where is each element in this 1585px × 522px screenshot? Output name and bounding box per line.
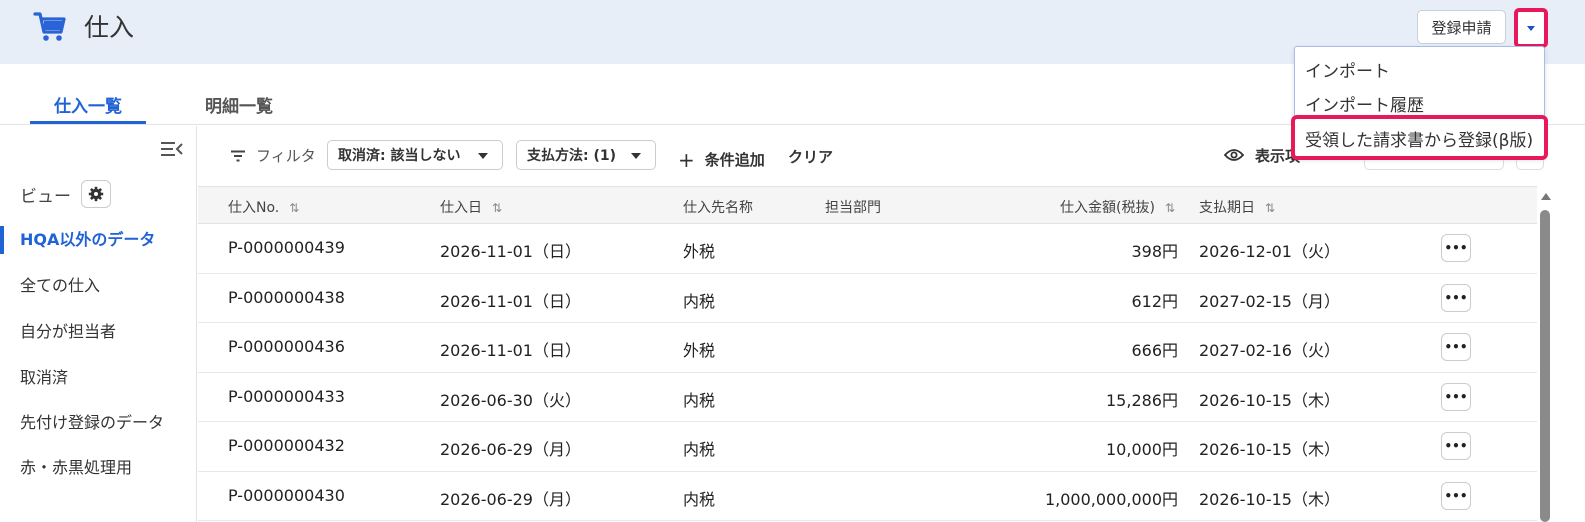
cell-amount: 15,286円	[1106, 390, 1178, 410]
cell-amount: 1,000,000,000円	[1044, 489, 1178, 509]
column-header-amount[interactable]: 仕入金額(税抜) ⇅	[1060, 197, 1175, 217]
column-header-date[interactable]: 仕入日 ⇅	[440, 197, 502, 217]
filter-chip-label: 取消済: 該当しない	[338, 148, 461, 164]
table-row[interactable]: P-0000000430 2026-06-29（月） 内税 1,000,000,…	[198, 472, 1537, 521]
collapse-sidebar-icon[interactable]	[160, 140, 184, 158]
cell-supplier: 内税	[683, 291, 716, 311]
sidebar-item-red-processing[interactable]: 赤・赤黒処理用	[0, 454, 196, 482]
sidebar-item-non-hqa[interactable]: HQA以外のデータ	[0, 226, 196, 254]
column-label: 仕入日	[440, 200, 482, 216]
sort-icon: ⇅	[1164, 201, 1175, 215]
table-header: 仕入No. ⇅ 仕入日 ⇅ 仕入先名称 担当部門 仕入金額(税抜) ⇅ 支払期日 ⇅	[198, 186, 1537, 224]
add-condition-label: 条件追加	[704, 151, 765, 169]
sort-icon: ⇅	[1265, 201, 1276, 215]
page-title: 仕入	[84, 13, 135, 42]
tab-purchase-list[interactable]: 仕入一覧	[30, 92, 146, 124]
gear-icon	[88, 186, 104, 202]
scroll-thumb[interactable]	[1540, 210, 1550, 522]
filter-chip-label: 支払方法: (1)	[527, 148, 617, 164]
column-header-department: 担当部門	[825, 200, 881, 216]
table-row[interactable]: P-0000000433 2026-06-30（火） 内税 15,286円 20…	[198, 373, 1537, 422]
column-header-no[interactable]: 仕入No. ⇅	[228, 197, 299, 217]
cell-date: 2026-11-01（日）	[440, 341, 581, 360]
cell-due-date: 2026-10-15（木）	[1199, 390, 1340, 410]
cell-date: 2026-06-30（火）	[440, 390, 581, 410]
cell-supplier: 内税	[683, 390, 716, 410]
sidebar-item-cancelled[interactable]: 取消済	[0, 364, 196, 392]
chevron-down-icon	[631, 153, 641, 159]
view-settings-button[interactable]	[81, 180, 111, 208]
table-row[interactable]: P-0000000438 2026-11-01（日） 内税 612円 2027-…	[198, 274, 1537, 323]
cell-no: P-0000000432	[228, 436, 345, 455]
cell-no: P-0000000430	[228, 485, 345, 505]
view-sidebar: ビュー HQA以外のデータ 全ての仕入 自分が担当者 取消済 先付け登録のデータ…	[0, 126, 197, 522]
cell-no: P-0000000438	[228, 287, 345, 307]
cell-supplier: 内税	[683, 489, 716, 509]
plus-icon: +	[678, 148, 695, 172]
row-more-button[interactable]: •••	[1441, 283, 1471, 312]
cell-date: 2026-06-29（月）	[440, 440, 581, 459]
view-label: ビュー	[20, 187, 71, 207]
row-more-button[interactable]: •••	[1441, 234, 1471, 262]
cell-supplier: 外税	[683, 341, 716, 360]
row-more-button[interactable]: •••	[1441, 481, 1471, 510]
register-request-button[interactable]: 登録申請	[1417, 10, 1506, 44]
column-label: 支払期日	[1199, 200, 1255, 216]
sort-icon: ⇅	[492, 201, 503, 215]
sort-icon: ⇅	[289, 201, 300, 215]
cell-supplier: 内税	[683, 440, 716, 459]
filter-label: フィルタ	[256, 147, 316, 165]
column-label: 仕入金額(税抜)	[1060, 200, 1155, 216]
sidebar-item-all-purchases[interactable]: 全ての仕入	[0, 272, 196, 300]
tab-detail-list[interactable]: 明細一覧	[205, 92, 273, 117]
scroll-up-icon[interactable]	[1541, 193, 1551, 200]
cell-date: 2026-11-01（日）	[440, 242, 581, 261]
add-condition-button[interactable]: + 条件追加	[678, 146, 765, 172]
table-row[interactable]: P-0000000439 2026-11-01（日） 外税 398円 2026-…	[198, 224, 1537, 274]
row-more-button[interactable]: •••	[1441, 333, 1471, 361]
menu-item-import[interactable]: インポート	[1305, 57, 1390, 82]
filter-icon	[231, 150, 245, 162]
table-row[interactable]: P-0000000436 2026-11-01（日） 外税 666円 2027-…	[198, 323, 1537, 373]
cell-amount: 10,000円	[1106, 440, 1178, 459]
cell-date: 2026-06-29（月）	[440, 489, 581, 509]
table-scrollbar[interactable]	[1538, 190, 1552, 522]
row-more-button[interactable]: •••	[1441, 432, 1471, 460]
column-label: 仕入No.	[228, 200, 280, 216]
cell-supplier: 外税	[683, 242, 716, 261]
chevron-down-icon	[478, 153, 488, 159]
cell-due-date: 2027-02-15（月）	[1199, 291, 1340, 311]
chevron-down-icon	[1527, 25, 1535, 31]
clear-filter-button[interactable]: クリア	[788, 146, 833, 167]
cell-no: P-0000000436	[228, 337, 345, 356]
cell-amount: 612円	[1131, 291, 1178, 311]
filter-chip-cancelled[interactable]: 取消済: 該当しない	[327, 140, 503, 170]
cell-due-date: 2026-10-15（木）	[1199, 489, 1340, 509]
cell-due-date: 2026-12-01（火）	[1199, 242, 1340, 261]
highlight-box	[1291, 115, 1548, 160]
table-row[interactable]: P-0000000432 2026-06-29（月） 内税 10,000円 20…	[198, 422, 1537, 472]
cell-no: P-0000000433	[228, 386, 345, 406]
column-header-due-date[interactable]: 支払期日 ⇅	[1199, 197, 1275, 217]
purchase-table: 仕入No. ⇅ 仕入日 ⇅ 仕入先名称 担当部門 仕入金額(税抜) ⇅ 支払期日 ⇅ P…	[198, 186, 1537, 521]
cell-due-date: 2027-02-16（火）	[1199, 341, 1340, 360]
filter-chip-payment-method[interactable]: 支払方法: (1)	[516, 140, 656, 170]
cell-amount: 398円	[1131, 242, 1178, 261]
sidebar-item-advance-registered[interactable]: 先付け登録のデータ	[0, 409, 196, 437]
sidebar-item-my-assigned[interactable]: 自分が担当者	[0, 318, 196, 346]
menu-item-import-history[interactable]: インポート履歴	[1305, 91, 1424, 116]
column-header-supplier: 仕入先名称	[683, 200, 753, 216]
cell-no: P-0000000439	[228, 238, 345, 257]
row-more-button[interactable]: •••	[1441, 382, 1471, 411]
register-dropdown-button[interactable]	[1514, 8, 1548, 48]
eye-icon	[1224, 149, 1244, 161]
cell-amount: 666円	[1131, 341, 1178, 360]
cell-date: 2026-11-01（日）	[440, 291, 581, 311]
cell-due-date: 2026-10-15（木）	[1199, 440, 1340, 459]
shopping-cart-icon	[33, 12, 66, 41]
